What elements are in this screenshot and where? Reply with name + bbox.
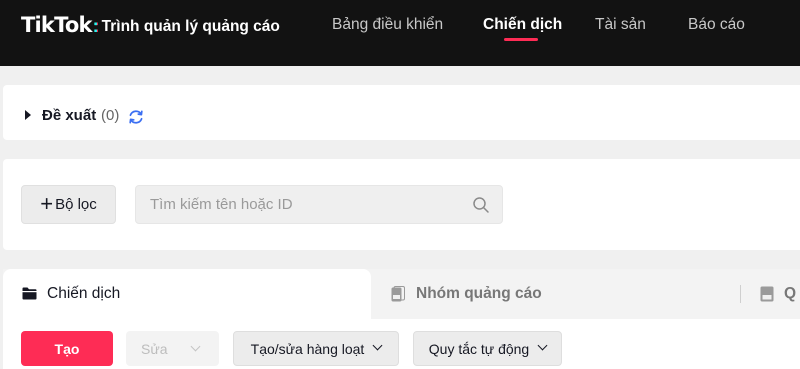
tab-ad[interactable]: Q bbox=[784, 285, 796, 303]
tab-divider bbox=[740, 285, 741, 303]
filter-button[interactable]: + Bộ lọc bbox=[21, 185, 116, 224]
suggestions-label[interactable]: Đề xuất bbox=[42, 107, 96, 124]
automated-rules-label: Quy tắc tự động bbox=[428, 340, 530, 357]
search-input[interactable] bbox=[150, 186, 470, 223]
ad-group-icon bbox=[391, 286, 405, 302]
create-button[interactable]: Tạo bbox=[21, 331, 113, 366]
suggestions-card bbox=[3, 85, 800, 140]
bulk-create-edit-label: Tạo/sửa hàng loạt bbox=[250, 340, 365, 357]
app-title: Trình quản lý quảng cáo bbox=[101, 18, 280, 35]
chevron-down-icon bbox=[372, 340, 383, 351]
filter-button-label: Bộ lọc bbox=[55, 196, 97, 213]
tab-ad-group[interactable]: Nhóm quảng cáo bbox=[416, 285, 542, 303]
folder-icon bbox=[22, 287, 37, 300]
search-icon[interactable] bbox=[472, 196, 490, 214]
chevron-down-icon bbox=[537, 340, 548, 351]
edit-dropdown[interactable]: Sửa bbox=[126, 331, 219, 366]
edit-dropdown-label: Sửa bbox=[141, 340, 168, 357]
plus-icon: + bbox=[40, 190, 54, 216]
action-toolbar bbox=[3, 319, 800, 369]
expand-caret-icon[interactable] bbox=[25, 110, 31, 120]
suggestions-count: (0) bbox=[101, 107, 120, 124]
nav-item-reports[interactable]: Báo cáo bbox=[688, 16, 745, 36]
nav-item-campaign[interactable]: Chiến dịch bbox=[483, 16, 562, 36]
tab-campaign[interactable]: Chiến dịch bbox=[47, 285, 120, 303]
automated-rules-dropdown[interactable]: Quy tắc tự động bbox=[413, 331, 562, 366]
logo-colon: : bbox=[92, 16, 99, 36]
chevron-down-icon bbox=[190, 341, 201, 352]
nav-item-dashboard[interactable]: Bảng điều khiển bbox=[332, 16, 443, 36]
tiktok-logo[interactable]: TikTok : Trình quản lý quảng cáo bbox=[21, 13, 280, 41]
search-box[interactable] bbox=[135, 185, 503, 224]
bulk-create-edit-dropdown[interactable]: Tạo/sửa hàng loạt bbox=[233, 331, 399, 366]
refresh-icon[interactable] bbox=[127, 108, 145, 126]
logo-wordmark: TikTok bbox=[21, 13, 92, 37]
ad-icon bbox=[760, 286, 774, 302]
nav-item-assets[interactable]: Tài sản bbox=[595, 16, 646, 36]
active-nav-indicator bbox=[504, 38, 538, 41]
